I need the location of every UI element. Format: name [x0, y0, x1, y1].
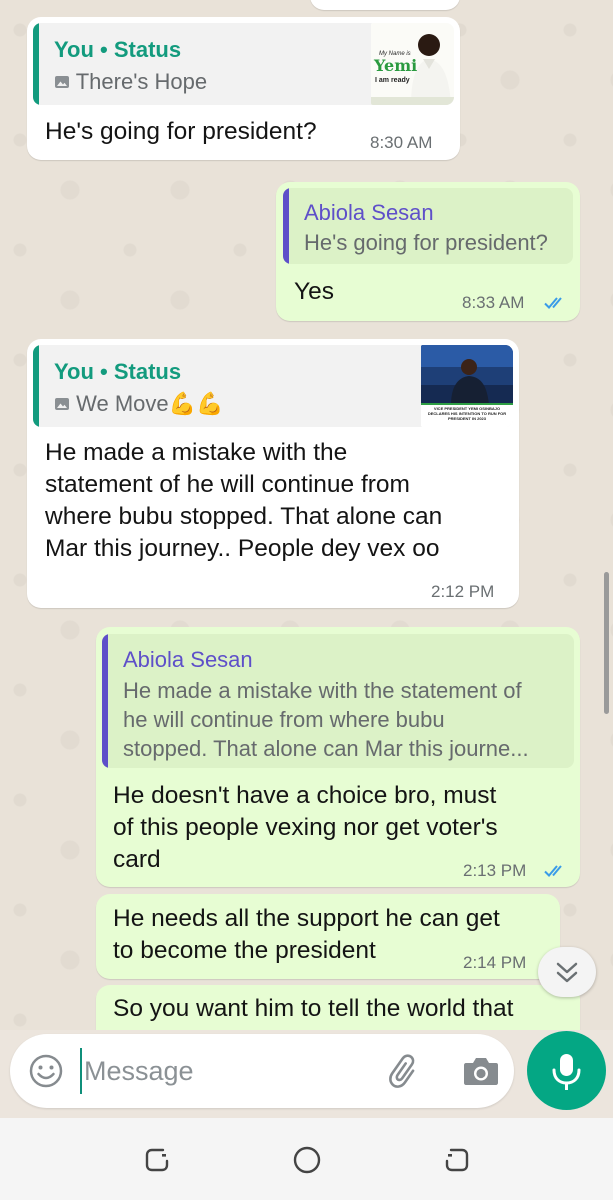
- reply-quote[interactable]: Abiola Sesan He made a mistake with the …: [102, 634, 574, 768]
- message-line: card: [113, 846, 161, 873]
- camera-icon[interactable]: [462, 1054, 500, 1088]
- paperclip-icon[interactable]: [386, 1051, 426, 1091]
- voice-record-button[interactable]: [527, 1031, 606, 1110]
- message-text: He made a mistake with the statement of …: [45, 437, 442, 565]
- thumbnail-line-3: I am ready: [375, 77, 410, 84]
- microphone-icon: [552, 1054, 581, 1090]
- quote-context: Status: [113, 37, 182, 62]
- message-time: 8:33 AM: [462, 293, 525, 312]
- quote-text-row: There's Hope: [54, 67, 207, 96]
- quote-author-name: You: [54, 37, 94, 62]
- message-text: Yes: [294, 278, 334, 305]
- quote-text: He made a mistake with the statement of …: [123, 676, 529, 763]
- message-line: He doesn't have a choice bro, must: [113, 782, 497, 809]
- message-line: Mar this journey.. People dey vex oo: [45, 535, 440, 562]
- status-thumbnail[interactable]: VICE PRESIDENT YEMI OSINBAJO DECLARES HI…: [421, 345, 513, 427]
- message-time: 2:14 PM: [463, 953, 527, 972]
- system-navigation-bar: [0, 1118, 613, 1200]
- message-time: 8:30 AM: [370, 133, 433, 152]
- message-line: statement of he will continue from: [45, 471, 410, 498]
- message-line: So you want him to tell the world that: [113, 995, 514, 1022]
- quote-line: He made a mistake with the statement of: [123, 678, 522, 703]
- status-reply-quote[interactable]: You • Status There's Hope My Name is Yem…: [33, 23, 454, 105]
- message-time: 2:12 PM: [431, 582, 495, 601]
- double-chevron-down-icon: [556, 962, 578, 983]
- double-check-icon: [544, 865, 562, 877]
- scroll-to-bottom-button[interactable]: [538, 947, 596, 997]
- scrollbar-thumb[interactable]: [604, 572, 609, 714]
- quote-text: We Move💪💪: [76, 391, 224, 416]
- message-bubble[interactable]: So you want him to tell the world that: [96, 985, 580, 1030]
- recent-apps-icon[interactable]: [140, 1143, 174, 1177]
- quote-separator: •: [100, 359, 108, 384]
- message-bubble[interactable]: You • Status There's Hope My Name is Yem…: [27, 17, 460, 160]
- quote-accent-bar: [33, 345, 39, 427]
- quote-text: He's going for president?: [304, 230, 548, 255]
- message-line: to become the president: [113, 937, 376, 964]
- quote-text: There's Hope: [75, 69, 208, 94]
- back-icon[interactable]: [440, 1143, 474, 1177]
- message-time: 2:13 PM: [463, 861, 527, 880]
- message-bubble[interactable]: You • Status We Move💪💪 VICE PRESIDENT YE…: [27, 339, 519, 608]
- message-text: So you want him to tell the world that: [113, 993, 513, 1025]
- message-bubble[interactable]: Abiola Sesan He made a mistake with the …: [96, 627, 580, 887]
- quote-author: You • Status: [54, 359, 181, 385]
- quote-text-row: We Move💪💪: [54, 389, 223, 418]
- home-icon[interactable]: [290, 1143, 324, 1177]
- message-bubble[interactable]: He needs all the support he can get to b…: [96, 894, 560, 979]
- message-line: He needs all the support he can get: [113, 905, 500, 932]
- message-line: where bubu stopped. That alone can: [45, 503, 443, 530]
- message-line: He made a mistake with the: [45, 439, 348, 466]
- thumbnail-line-2: Yemi: [374, 56, 418, 75]
- quote-author: Abiola Sesan: [123, 647, 253, 672]
- previous-message-bubble: [310, 0, 460, 10]
- quote-author-name: You: [54, 359, 94, 384]
- quote-author: Abiola Sesan: [304, 200, 434, 225]
- quote-separator: •: [100, 37, 108, 62]
- status-thumbnail[interactable]: My Name is Yemi I am ready: [371, 23, 454, 105]
- chat-area[interactable]: You • Status There's Hope My Name is Yem…: [0, 0, 613, 1030]
- message-input[interactable]: [80, 1048, 380, 1094]
- double-check-icon: [544, 297, 562, 309]
- quote-author: You • Status: [54, 37, 181, 63]
- message-text: He needs all the support he can get to b…: [113, 903, 500, 967]
- image-icon: [55, 76, 69, 88]
- emoji-icon[interactable]: [28, 1053, 64, 1089]
- quote-accent-bar: [33, 23, 39, 105]
- status-reply-quote[interactable]: You • Status We Move💪💪 VICE PRESIDENT YE…: [33, 345, 513, 427]
- quote-accent-bar: [283, 188, 289, 264]
- message-line: of this people vexing nor get voter's: [113, 814, 498, 841]
- quote-line: stopped. That alone can Mar this journe.…: [123, 736, 529, 761]
- message-text: He's going for president?: [45, 118, 317, 145]
- message-compose-bar: [10, 1034, 514, 1108]
- reply-quote[interactable]: Abiola Sesan He's going for president?: [283, 188, 573, 264]
- image-icon: [55, 398, 69, 410]
- message-bubble[interactable]: Abiola Sesan He's going for president? Y…: [276, 182, 580, 321]
- quote-accent-bar: [102, 634, 108, 768]
- quote-context: Status: [113, 359, 182, 384]
- message-text: He doesn't have a choice bro, must of th…: [113, 780, 498, 876]
- quote-line: he will continue from where bubu: [123, 707, 445, 732]
- thumbnail-caption: VICE PRESIDENT YEMI OSINBAJO DECLARES HI…: [427, 406, 507, 421]
